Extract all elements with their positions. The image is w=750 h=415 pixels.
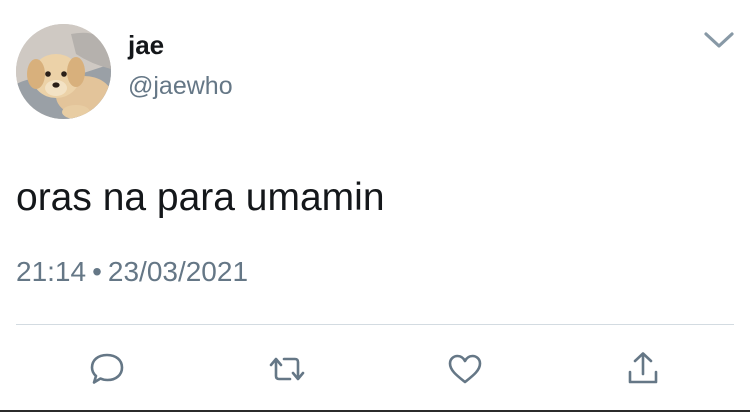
speech-bubble-icon xyxy=(90,353,124,384)
reply-button[interactable] xyxy=(86,348,128,390)
divider xyxy=(16,324,734,325)
tweet-text: oras na para umamin xyxy=(16,176,385,219)
avatar[interactable] xyxy=(16,24,111,119)
tweet-card: jae @jaewho oras na para umamin 21:14 • 23… xyxy=(0,0,750,415)
like-button[interactable] xyxy=(444,348,486,390)
share-button[interactable] xyxy=(622,348,664,390)
display-name[interactable]: jae xyxy=(128,28,164,62)
timestamp-separator: • xyxy=(92,256,102,287)
heart-icon xyxy=(448,354,482,384)
puppy-avatar-image xyxy=(16,24,111,119)
user-handle[interactable]: @jaewho xyxy=(128,70,233,102)
tweet-timestamp[interactable]: 21:14 • 23/03/2021 xyxy=(16,254,248,290)
retweet-button[interactable] xyxy=(266,348,308,390)
retweet-arrows-icon xyxy=(269,357,305,381)
tweet-date: 23/03/2021 xyxy=(107,256,249,287)
chevron-down-icon[interactable] xyxy=(700,26,738,54)
bottom-edge xyxy=(0,410,750,412)
tweet-time: 21:14 xyxy=(16,256,87,287)
share-upload-icon xyxy=(628,352,658,384)
